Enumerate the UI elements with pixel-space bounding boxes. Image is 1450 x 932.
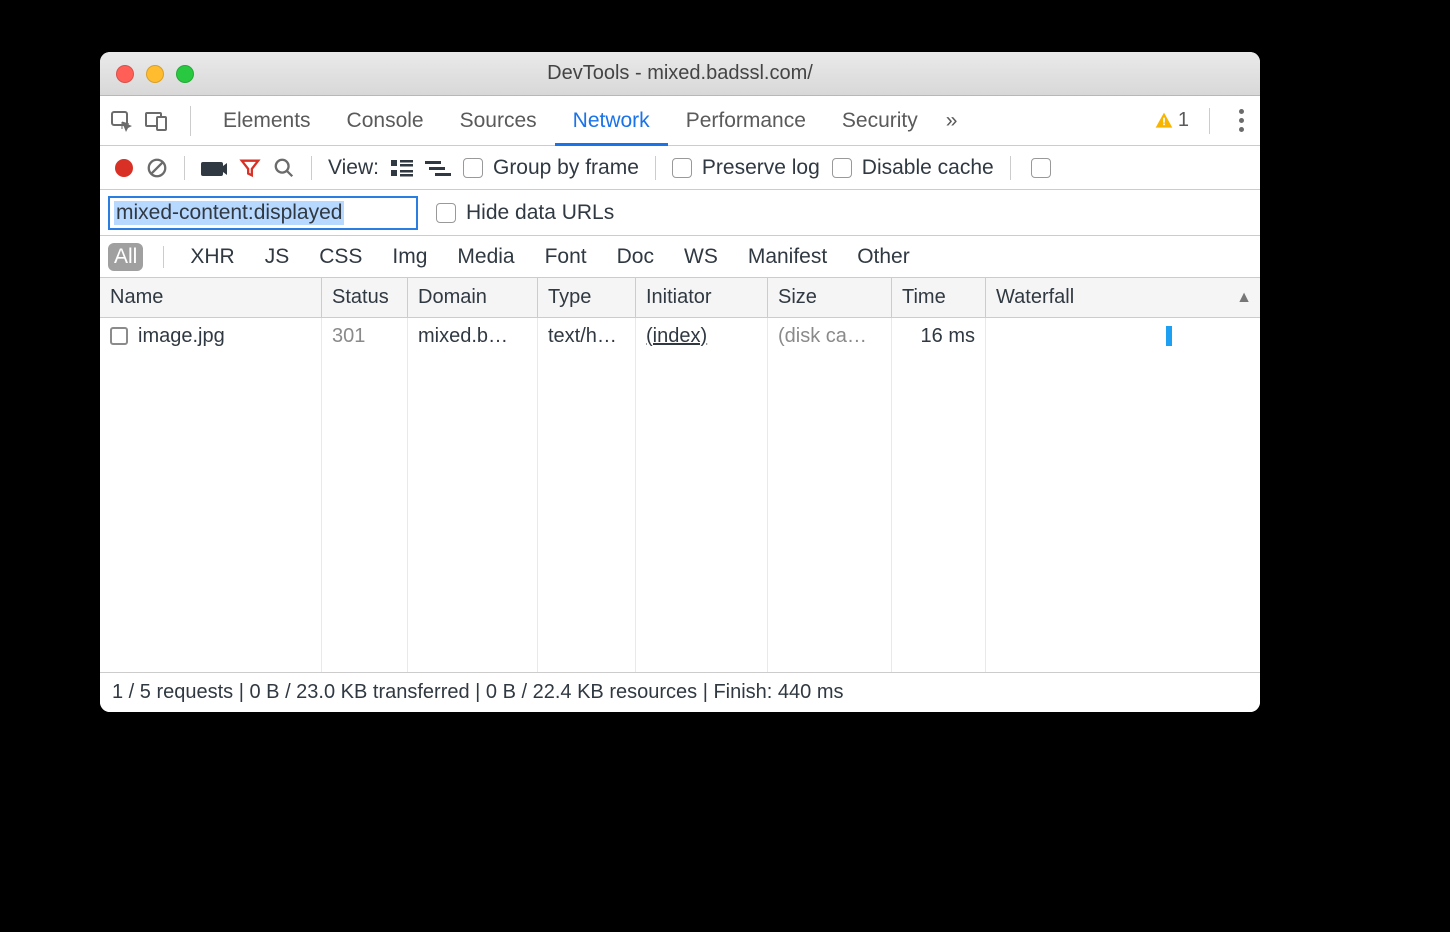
tab-security[interactable]: Security bbox=[824, 96, 936, 146]
divider bbox=[655, 156, 656, 180]
table-header: Name Status Domain Type Initiator Size T… bbox=[100, 278, 1260, 318]
cell-size: (disk ca… bbox=[768, 318, 892, 354]
tab-network[interactable]: Network bbox=[555, 96, 668, 146]
checkbox-icon bbox=[832, 158, 852, 178]
type-filter-font[interactable]: Font bbox=[539, 243, 593, 271]
cell-domain: mixed.b… bbox=[408, 318, 538, 354]
overview-icon[interactable] bbox=[425, 158, 451, 178]
filter-input[interactable]: mixed-content:displayed bbox=[108, 196, 418, 230]
type-filter-ws[interactable]: WS bbox=[678, 243, 724, 271]
clear-button[interactable] bbox=[146, 157, 168, 179]
requests-table: Name Status Domain Type Initiator Size T… bbox=[100, 278, 1260, 672]
tabs-overflow-button[interactable]: » bbox=[936, 96, 968, 146]
column-header-status[interactable]: Status bbox=[322, 278, 408, 317]
column-header-name[interactable]: Name bbox=[100, 278, 322, 317]
offline-checkbox[interactable] bbox=[1031, 158, 1051, 178]
network-toolbar: View: Group by frame Preserve log Disabl… bbox=[100, 146, 1260, 190]
divider bbox=[1010, 156, 1011, 180]
column-header-size[interactable]: Size bbox=[768, 278, 892, 317]
divider bbox=[1209, 108, 1210, 134]
preserve-log-label: Preserve log bbox=[702, 156, 820, 180]
cell-status: 301 bbox=[322, 318, 408, 354]
file-icon bbox=[110, 327, 128, 345]
window-title: DevTools - mixed.badssl.com/ bbox=[100, 62, 1260, 85]
group-by-frame-label: Group by frame bbox=[493, 156, 639, 180]
hide-data-urls-label: Hide data URLs bbox=[466, 201, 614, 225]
waterfall-label: Waterfall bbox=[996, 286, 1074, 309]
preserve-log-option[interactable]: Preserve log bbox=[672, 156, 820, 180]
status-bar: 1 / 5 requests | 0 B / 23.0 KB transferr… bbox=[100, 672, 1260, 712]
type-filter-img[interactable]: Img bbox=[386, 243, 433, 271]
divider bbox=[311, 156, 312, 180]
disable-cache-option[interactable]: Disable cache bbox=[832, 156, 994, 180]
type-filter-js[interactable]: JS bbox=[259, 243, 296, 271]
type-filter-media[interactable]: Media bbox=[451, 243, 520, 271]
view-label: View: bbox=[328, 156, 379, 180]
divider bbox=[163, 246, 164, 268]
type-filter-other[interactable]: Other bbox=[851, 243, 916, 271]
tab-console[interactable]: Console bbox=[329, 96, 442, 146]
search-icon[interactable] bbox=[273, 157, 295, 179]
tab-performance[interactable]: Performance bbox=[668, 96, 824, 146]
waterfall-bar bbox=[1166, 326, 1172, 346]
settings-menu-button[interactable] bbox=[1230, 109, 1252, 132]
divider bbox=[184, 156, 185, 180]
large-rows-icon[interactable] bbox=[391, 158, 413, 178]
warnings-indicator[interactable]: 1 bbox=[1154, 109, 1189, 132]
filter-bar: mixed-content:displayed Hide data URLs bbox=[100, 190, 1260, 236]
divider bbox=[190, 106, 191, 136]
inspect-element-icon[interactable] bbox=[110, 109, 134, 133]
filter-value: mixed-content:displayed bbox=[114, 201, 344, 225]
type-filter-all[interactable]: All bbox=[108, 243, 143, 271]
hide-data-urls-option[interactable]: Hide data URLs bbox=[436, 201, 614, 225]
checkbox-icon bbox=[463, 158, 483, 178]
status-text: 1 / 5 requests | 0 B / 23.0 KB transferr… bbox=[112, 681, 844, 704]
tab-sources[interactable]: Sources bbox=[442, 96, 555, 146]
type-filter-doc[interactable]: Doc bbox=[611, 243, 660, 271]
cell-type: text/h… bbox=[538, 318, 636, 354]
cell-waterfall bbox=[986, 318, 1260, 354]
table-row[interactable]: image.jpg 301 mixed.b… text/h… (index) (… bbox=[100, 318, 1260, 354]
devtools-window: DevTools - mixed.badssl.com/ Elements C bbox=[100, 52, 1260, 712]
column-header-time[interactable]: Time bbox=[892, 278, 986, 317]
checkbox-icon bbox=[672, 158, 692, 178]
warnings-count: 1 bbox=[1178, 109, 1189, 132]
disable-cache-label: Disable cache bbox=[862, 156, 994, 180]
device-toolbar-icon[interactable] bbox=[144, 109, 168, 133]
tab-elements[interactable]: Elements bbox=[205, 96, 329, 146]
cell-name: image.jpg bbox=[100, 318, 322, 354]
column-header-initiator[interactable]: Initiator bbox=[636, 278, 768, 317]
column-header-type[interactable]: Type bbox=[538, 278, 636, 317]
type-filter-manifest[interactable]: Manifest bbox=[742, 243, 833, 271]
group-by-frame-option[interactable]: Group by frame bbox=[463, 156, 639, 180]
request-name: image.jpg bbox=[138, 325, 225, 348]
main-tab-bar: Elements Console Sources Network Perform… bbox=[100, 96, 1260, 146]
capture-screenshots-icon[interactable] bbox=[201, 158, 227, 178]
filter-icon[interactable] bbox=[239, 157, 261, 179]
sort-ascending-icon: ▲ bbox=[1236, 289, 1252, 307]
table-body: image.jpg 301 mixed.b… text/h… (index) (… bbox=[100, 318, 1260, 672]
resource-type-filters: All XHR JS CSS Img Media Font Doc WS Man… bbox=[100, 236, 1260, 278]
column-header-domain[interactable]: Domain bbox=[408, 278, 538, 317]
cell-time: 16 ms bbox=[892, 318, 986, 354]
type-filter-xhr[interactable]: XHR bbox=[184, 243, 240, 271]
column-header-waterfall[interactable]: Waterfall ▲ bbox=[986, 278, 1260, 317]
cell-initiator[interactable]: (index) bbox=[636, 318, 768, 354]
record-button[interactable] bbox=[114, 158, 134, 178]
titlebar: DevTools - mixed.badssl.com/ bbox=[100, 52, 1260, 96]
checkbox-icon bbox=[436, 203, 456, 223]
type-filter-css[interactable]: CSS bbox=[313, 243, 368, 271]
